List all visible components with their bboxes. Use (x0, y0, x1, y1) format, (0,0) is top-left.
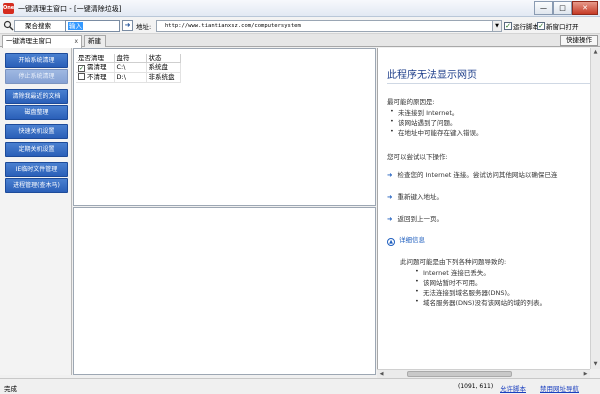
column-header[interactable]: 状态 (146, 54, 181, 63)
action-label: 检查您的 Internet 连接。尝试访问其他网站以确保已连 (397, 171, 558, 179)
run-script-checkbox[interactable]: ✓ 运行脚本 (504, 21, 539, 31)
clean-label: 不清理 (87, 73, 107, 81)
scroll-down-icon[interactable]: ▼ (591, 360, 600, 369)
sidebar: 开始系统清理 停止系统清理 清除我最近的文档 磁盘整理 快速关机设置 定期关机设… (0, 48, 72, 375)
ie-temp-files-button[interactable]: IE临时文件管理 (5, 162, 68, 177)
tab-label: 一键清理主窗口 (6, 37, 52, 45)
arrow-icon: ➜ (387, 215, 393, 223)
checkbox-icon[interactable] (78, 73, 85, 80)
checkbox-icon[interactable]: ✓ (78, 65, 85, 72)
action-label: 返回到上一页。 (397, 215, 443, 223)
allow-script-link[interactable]: 允许脚本 (500, 383, 526, 393)
scroll-up-icon[interactable]: ▲ (591, 48, 600, 57)
maximize-button[interactable]: □ (553, 1, 572, 15)
cause-item: 该网站遇到了问题。 (390, 117, 456, 127)
details-title: 此问题可能是由下列各种问题导致的: (400, 258, 507, 266)
error-heading: 此程序无法显示网页 (387, 70, 477, 81)
status-text: 完成 (4, 385, 17, 393)
table-row[interactable]: ✓ 需清理 C:\ 系统盘 (76, 62, 181, 73)
stop-clean-button[interactable]: 停止系统清理 (5, 69, 68, 84)
search-icon (3, 20, 14, 31)
cause-item: 未连接到 Internet。 (390, 107, 458, 117)
toolbar: 聚合搜索 输入 ➜ 地址: http://www.tiantianxsz.com… (0, 17, 600, 34)
cursor-coords: (1091, 611) (458, 383, 494, 390)
quick-actions-button[interactable]: 快捷操作 (560, 35, 598, 46)
minimize-button[interactable]: — (534, 1, 553, 15)
vertical-scrollbar[interactable]: ▲ ▼ (590, 48, 600, 369)
start-clean-button[interactable]: 开始系统清理 (5, 53, 68, 68)
causes-title: 最可能的原因是: (387, 98, 435, 106)
new-window-label: 新窗口打开 (546, 23, 579, 31)
scroll-thumb[interactable] (407, 371, 512, 377)
new-window-checkbox[interactable]: ✓ 新窗口打开 (537, 21, 579, 31)
drive-cell: C:\ (114, 62, 147, 73)
scheduled-shutdown-button[interactable]: 定期关机设置 (5, 142, 68, 157)
collapse-icon: ▲ (387, 238, 395, 246)
column-header[interactable]: 是否清理 (76, 54, 115, 63)
scroll-right-icon[interactable]: ▶ (581, 370, 590, 378)
clean-label: 需清理 (87, 63, 107, 71)
address-input[interactable]: http://www.tiantianxsz.com/computersyste… (156, 20, 493, 32)
try-title: 您可以尝试以下操作: (387, 153, 448, 161)
arrow-icon: ➜ (387, 171, 393, 179)
scroll-left-icon[interactable]: ◀ (377, 370, 386, 378)
run-script-label: 运行脚本 (513, 23, 539, 31)
disable-nav-link[interactable]: 禁用网址导航 (540, 383, 579, 393)
browser-view: 此程序无法显示网页 最可能的原因是: 未连接到 Internet。 该网站遇到了… (377, 48, 590, 369)
status-bar: 完成 (1091, 611) 允许脚本 禁用网址导航 (0, 378, 600, 394)
drive-list-pane: 是否清理 盘符 状态 ✓ 需清理 C:\ 系统盘 不清理 D:\ 非系统盘 (73, 48, 376, 206)
address-label: 地址: (136, 23, 152, 31)
details-label: 详细信息 (399, 236, 425, 244)
clean-cell[interactable]: ✓ 需清理 (76, 62, 115, 73)
search-input[interactable]: 输入 (65, 20, 120, 32)
horizontal-scrollbar[interactable]: ◀ ▶ (377, 369, 590, 378)
drive-table: 是否清理 盘符 状态 ✓ 需清理 C:\ 系统盘 不清理 D:\ 非系统盘 (76, 54, 181, 83)
status-cell: 非系统盘 (146, 72, 181, 83)
close-window-button[interactable]: ✕ (572, 1, 598, 15)
action-label: 重新键入地址。 (397, 193, 443, 201)
detail-item: 无法连接到域名服务器(DNS)。 (415, 287, 514, 297)
process-manager-button[interactable]: 进程管理(查木马) (5, 178, 68, 193)
window-title: 一键清理主窗口 - [一键清除垃圾] (18, 5, 122, 13)
clean-cell[interactable]: 不清理 (76, 72, 115, 83)
search-engine-select[interactable]: 聚合搜索 (14, 20, 66, 32)
new-tab-button[interactable]: 新建 (84, 35, 106, 47)
divider (387, 83, 590, 84)
tab-strip: 一键清理主窗口 x 新建 快捷操作 (0, 34, 600, 48)
title-bar: One 一键清理主窗口 - [一键清除垃圾] — □ ✕ (0, 0, 600, 17)
drive-cell: D:\ (114, 72, 147, 83)
arrow-icon: ➜ (387, 193, 393, 201)
checkbox-icon: ✓ (537, 22, 545, 30)
checkbox-icon: ✓ (504, 22, 512, 30)
table-row[interactable]: 不清理 D:\ 非系统盘 (76, 72, 181, 83)
search-go-button[interactable]: ➜ (122, 20, 133, 31)
column-header[interactable]: 盘符 (114, 54, 147, 63)
search-input-text: 输入 (68, 22, 83, 30)
action-item[interactable]: ➜ 重新键入地址。 (387, 191, 443, 201)
clear-recent-docs-button[interactable]: 清除我最近的文档 (5, 89, 68, 104)
cause-item: 在地址中可能存在键入错误。 (390, 127, 482, 137)
address-dropdown-icon[interactable]: ▼ (493, 20, 502, 32)
action-item[interactable]: ➜ 检查您的 Internet 连接。尝试访问其他网站以确保已连 (387, 169, 557, 179)
tab-main-window[interactable]: 一键清理主窗口 x (2, 35, 82, 48)
disk-defrag-button[interactable]: 磁盘整理 (5, 105, 68, 120)
detail-item: 该网站暂时不可用。 (415, 277, 481, 287)
action-item[interactable]: ➜ 返回到上一页。 (387, 213, 443, 223)
detail-item: 域名服务器(DNS)没有该网站的域的列表。 (415, 297, 546, 307)
quick-shutdown-button[interactable]: 快速关机设置 (5, 124, 68, 139)
detail-item: Internet 连接已丢失。 (415, 267, 490, 277)
status-cell: 系统盘 (146, 62, 181, 73)
log-pane (73, 207, 376, 375)
tab-close-icon[interactable]: x (74, 36, 78, 47)
details-toggle[interactable]: ▲ 详细信息 (387, 234, 425, 246)
app-icon: One (3, 3, 14, 14)
